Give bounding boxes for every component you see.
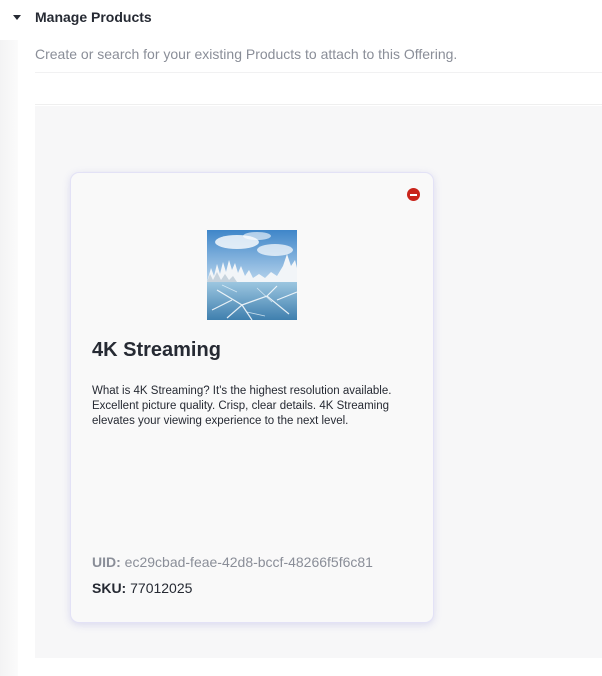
remove-circle-icon[interactable]	[407, 188, 420, 201]
caret-down-icon[interactable]	[13, 14, 21, 20]
section-helper-text: Create or search for your existing Produ…	[35, 46, 458, 62]
sku-label: SKU:	[92, 580, 127, 596]
product-description: What is 4K Streaming? It's the highest r…	[92, 385, 392, 427]
section-title: Manage Products	[35, 9, 152, 25]
product-uid: UID: ec29cbad-feae-42d8-bccf-48266f5f6c8…	[92, 554, 373, 570]
product-sku: SKU: 77012025	[92, 580, 192, 596]
product-title: 4K Streaming	[92, 339, 221, 361]
uid-label: UID:	[92, 554, 121, 570]
product-search-area[interactable]	[35, 72, 602, 105]
page: Manage Products Create or search for you…	[0, 0, 602, 676]
product-image	[207, 230, 297, 320]
sku-value: 77012025	[130, 580, 193, 596]
left-gutter	[0, 40, 18, 676]
frozen-lake-image	[207, 230, 297, 320]
uid-value: ec29cbad-feae-42d8-bccf-48266f5f6c81	[124, 554, 373, 570]
product-card[interactable]: 4K Streaming What is 4K Streaming? It's …	[70, 172, 434, 623]
section-header-manage-products[interactable]: Manage Products	[10, 6, 152, 28]
